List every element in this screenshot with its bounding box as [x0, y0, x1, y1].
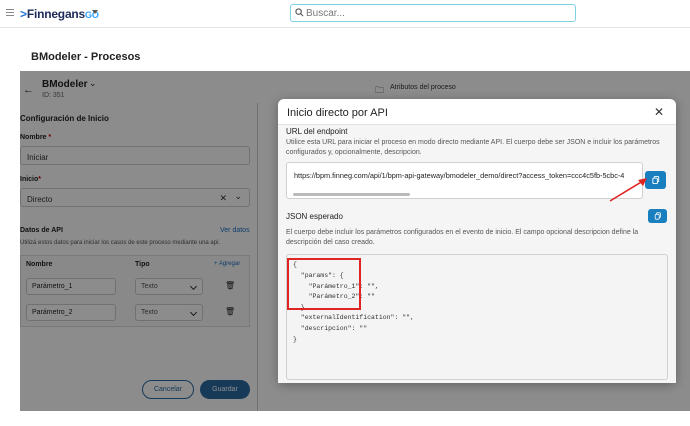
- logo-text: Finnegans: [26, 7, 86, 21]
- horizontal-scrollbar[interactable]: [293, 193, 410, 196]
- json-line: "externalIdentification": "",: [293, 314, 414, 321]
- endpoint-description-1: Utilice esta URL para iniciar el proceso…: [286, 139, 660, 146]
- modal-title: Inicio directo por API: [287, 107, 388, 119]
- json-line: }: [293, 336, 297, 343]
- search-placeholder: Buscar...: [306, 8, 345, 19]
- json-line: "descripcion": "": [293, 325, 368, 332]
- arrow-annotation-icon: [609, 178, 647, 202]
- copy-icon: [654, 212, 661, 220]
- endpoint-url-field[interactable]: https://bpm.finneg.com/api/1/bpm-api-gat…: [286, 162, 643, 199]
- json-description-1: El cuerpo debe incluir los parámetros co…: [286, 229, 639, 236]
- copy-icon: [651, 175, 659, 185]
- copy-json-button[interactable]: [648, 209, 667, 223]
- json-description-2: descripción del caso creado.: [286, 239, 375, 246]
- app-logo[interactable]: >FinnegansGO: [20, 7, 99, 21]
- endpoint-url: https://bpm.finneg.com/api/1/bpm-api-gat…: [294, 171, 625, 180]
- search-input[interactable]: Buscar...: [290, 4, 576, 22]
- endpoint-description-2: configurados y, opcionalmente, descripci…: [286, 149, 422, 156]
- json-title: JSON esperado: [286, 212, 343, 221]
- page-title: BModeler - Procesos: [31, 51, 141, 63]
- top-bar: >FinnegansGO Buscar...: [0, 0, 690, 28]
- endpoint-title: URL del endpoint: [286, 127, 348, 136]
- close-icon[interactable]: ✕: [654, 105, 664, 119]
- highlight-box: [287, 258, 361, 310]
- chevron-down-icon[interactable]: [92, 10, 98, 14]
- api-modal: Inicio directo por API ✕ URL del endpoin…: [278, 99, 676, 383]
- search-icon: [295, 8, 304, 17]
- menu-icon[interactable]: [6, 9, 14, 17]
